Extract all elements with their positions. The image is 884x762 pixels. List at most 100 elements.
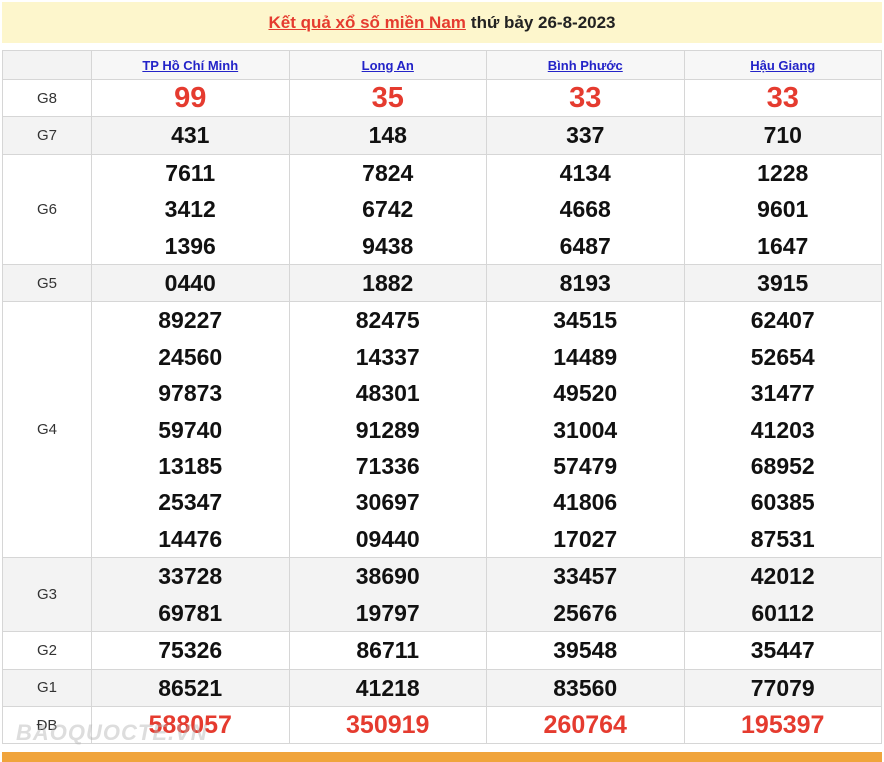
prize-label: G3 <box>2 557 92 633</box>
prize-number: 9601 <box>757 196 809 223</box>
prize-number: 7611 <box>165 159 216 186</box>
province-link[interactable]: TP Hồ Chí Minh <box>142 58 238 73</box>
prize-cell: 77079 <box>683 668 882 707</box>
prize-number: 7824 <box>362 159 414 186</box>
prize-number: 33 <box>766 82 799 114</box>
prize-number: 35447 <box>750 637 815 664</box>
prize-row: G2 75326 86711 39548 35447 <box>2 631 882 670</box>
results-title-link[interactable]: Kết quả xổ số miền Nam <box>268 13 465 33</box>
prize-number: 41203 <box>750 416 815 443</box>
prize-cell: 1228 9601 1647 <box>683 153 882 266</box>
prize-number: 13185 <box>158 453 223 480</box>
province-link[interactable]: Bình Phước <box>548 58 623 73</box>
prize-cell: 710 <box>683 116 882 155</box>
prize-number: 60385 <box>750 489 815 516</box>
prize-cell: 86521 <box>91 668 290 707</box>
prize-number: 14476 <box>158 525 223 552</box>
prize-cell: 82475 14337 48301 91289 71336 30697 09440 <box>288 301 487 559</box>
province-link[interactable]: Long An <box>362 58 414 73</box>
prize-number: 6487 <box>559 232 611 259</box>
corner-cell <box>2 50 92 80</box>
prize-number: 3915 <box>757 270 809 297</box>
prize-number: 71336 <box>355 453 420 480</box>
prize-number: 86711 <box>356 637 420 664</box>
prize-number: 33457 <box>553 563 618 590</box>
prize-number: 6742 <box>362 196 414 223</box>
province-header: TP Hồ Chí Minh <box>91 50 290 80</box>
prize-row: G5 0440 1882 8193 3915 <box>2 264 882 303</box>
prize-number: 34515 <box>553 307 618 334</box>
prize-row: G8 99 35 33 33 <box>2 78 882 118</box>
prize-number: 14489 <box>553 343 618 370</box>
prize-label: G8 <box>2 78 92 118</box>
prize-number: 17027 <box>553 525 618 552</box>
province-header: Long An <box>288 50 487 80</box>
prize-number: 42012 <box>750 563 815 590</box>
prize-cell: 7611 3412 1396 <box>91 153 290 266</box>
prize-cell: 33 <box>486 78 685 118</box>
prize-cell: 62407 52654 31477 41203 68952 60385 87531 <box>683 301 882 559</box>
prize-number: 195397 <box>741 710 825 739</box>
prize-number: 52654 <box>750 343 815 370</box>
prize-number: 41218 <box>355 674 420 701</box>
prize-number: 14337 <box>355 343 420 370</box>
prize-number: 60112 <box>751 599 815 626</box>
prize-label: G4 <box>2 301 92 559</box>
prize-number: 30697 <box>355 489 420 516</box>
prize-cell: 35 <box>288 78 487 118</box>
prize-number: 1228 <box>757 159 809 186</box>
prize-cell: 35447 <box>683 631 882 670</box>
prize-number: 59740 <box>158 416 223 443</box>
prize-cell: 39548 <box>486 631 685 670</box>
prize-cell: 4134 4668 6487 <box>486 153 685 266</box>
prize-number: 82475 <box>355 307 420 334</box>
prize-cell: 75326 <box>91 631 290 670</box>
prize-number: 260764 <box>543 710 627 739</box>
prize-label: G6 <box>2 153 92 266</box>
prize-row: G3 33728 69781 38690 19797 33457 25676 42012 601… <box>2 557 882 633</box>
prize-number: 0440 <box>164 270 216 297</box>
prize-cell: 86711 <box>288 631 487 670</box>
prize-number: 25347 <box>158 489 223 516</box>
prize-number: 38690 <box>355 563 420 590</box>
prize-cell: 8193 <box>486 264 685 303</box>
province-header: Hậu Giang <box>683 50 882 80</box>
prize-cell: 431 <box>91 116 290 155</box>
prize-cell: 89227 24560 97873 59740 13185 25347 14476 <box>91 301 290 559</box>
prize-number: 24560 <box>158 343 223 370</box>
prize-cell: 350919 <box>288 705 487 745</box>
prize-cell: 195397 <box>683 705 882 745</box>
prize-number: 9438 <box>362 232 414 259</box>
prize-label: G5 <box>2 264 92 303</box>
prize-number: 337 <box>566 122 605 149</box>
results-title-bar: Kết quả xổ số miền Nam thứ bảy 26-8-2023 <box>2 2 882 43</box>
prize-number: 39548 <box>553 637 618 664</box>
prize-number: 31477 <box>750 380 815 407</box>
prize-number: 35 <box>371 82 404 114</box>
prize-row: G7 431 148 337 710 <box>2 116 882 155</box>
prize-number: 1647 <box>757 232 809 259</box>
province-header: Bình Phước <box>486 50 685 80</box>
prize-cell: 3915 <box>683 264 882 303</box>
prize-number: 31004 <box>553 416 618 443</box>
prize-number: 49520 <box>553 380 618 407</box>
prize-number: 87531 <box>750 525 815 552</box>
prize-cell: 38690 19797 <box>288 557 487 633</box>
prize-number: 3412 <box>164 196 216 223</box>
prize-number: 41806 <box>553 489 618 516</box>
prize-cell: 337 <box>486 116 685 155</box>
watermark: BAOQUOCTE.VN <box>16 720 208 745</box>
prize-number: 75326 <box>158 637 223 664</box>
prize-number: 33728 <box>158 563 223 590</box>
prize-number: 68952 <box>750 453 815 480</box>
prize-number: 350919 <box>346 710 430 739</box>
prize-number: 97873 <box>158 380 223 407</box>
prize-cell: 260764 <box>486 705 685 745</box>
prize-number: 77079 <box>750 674 815 701</box>
province-link[interactable]: Hậu Giang <box>750 58 815 73</box>
prize-number: 8193 <box>559 270 611 297</box>
prize-number: 69781 <box>158 599 223 626</box>
prize-cell: 33457 25676 <box>486 557 685 633</box>
prize-number: 25676 <box>553 599 618 626</box>
prize-number: 148 <box>368 122 407 149</box>
